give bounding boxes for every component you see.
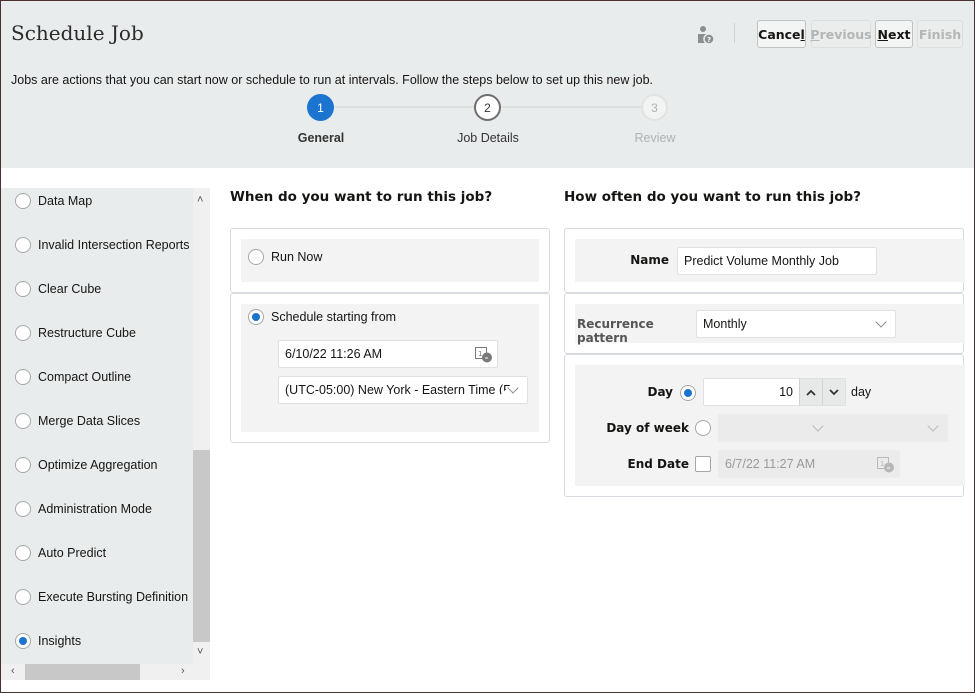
end-date-input[interactable]: 6/7/22 11:27 AM 1: [718, 450, 900, 478]
job-type-item[interactable]: Data Map: [1, 188, 193, 216]
svg-text:1: 1: [880, 460, 884, 468]
train-step-review[interactable]: 3: [641, 94, 668, 121]
schedule-card: Schedule starting from 6/10/22 11:26 AM …: [230, 293, 550, 443]
job-type-radio[interactable]: [15, 501, 31, 517]
job-type-label: Administration Mode: [38, 502, 152, 516]
when-heading: When do you want to run this job?: [230, 189, 493, 205]
job-type-item[interactable]: Optimize Aggregation: [1, 450, 193, 480]
job-type-label: Insights: [38, 634, 82, 648]
day-of-week-label: Day of week: [606, 421, 689, 435]
job-type-item[interactable]: Merge Data Slices: [1, 406, 193, 436]
day-label: Day: [647, 385, 673, 399]
job-type-radio[interactable]: [15, 193, 31, 209]
job-type-item[interactable]: Administration Mode: [1, 494, 193, 524]
recurrence-label: Recurrence pattern: [577, 317, 654, 345]
train-step-general[interactable]: 1: [307, 94, 334, 121]
job-type-radio[interactable]: [15, 237, 31, 253]
day-of-week-radio[interactable]: [695, 420, 711, 436]
svg-text:?: ?: [707, 36, 711, 44]
dialog-header: Schedule Job ? Cance l Previous Next Fini…: [1, 1, 974, 168]
job-type-label: Clear Cube: [38, 282, 102, 296]
job-type-item[interactable]: Execute Bursting Definition: [1, 582, 193, 612]
job-type-label: Data Map: [38, 194, 93, 208]
job-type-label: Compact Outline: [38, 370, 132, 384]
chevron-down-icon: [829, 388, 839, 395]
job-type-item[interactable]: Insights: [1, 626, 193, 656]
job-type-radio[interactable]: [15, 545, 31, 561]
previous-button[interactable]: Previous: [810, 20, 872, 48]
intro-text: Jobs are actions that you can start now …: [11, 73, 654, 87]
start-datetime-input[interactable]: 6/10/22 11:26 AM 1: [278, 340, 498, 368]
cancel-button[interactable]: Cance l: [757, 20, 806, 48]
user-help-icon[interactable]: ?: [697, 25, 715, 45]
scroll-down-icon[interactable]: ˅: [197, 646, 203, 658]
scrollbar-corner: [193, 664, 210, 680]
chevron-down-icon[interactable]: [875, 316, 887, 328]
job-type-radio[interactable]: [15, 413, 31, 429]
day-radio[interactable]: [680, 385, 696, 401]
run-now-radio[interactable]: [248, 249, 264, 265]
end-date-checkbox[interactable]: [695, 456, 711, 472]
recurrence-select[interactable]: Monthly: [696, 310, 896, 338]
schedule-radio[interactable]: [248, 309, 264, 325]
train-label-job-details: Job Details: [457, 131, 519, 145]
horizontal-scrollbar[interactable]: ‹ ›: [1, 664, 193, 680]
job-type-radio[interactable]: [15, 633, 31, 649]
train-step-job-details[interactable]: 2: [474, 94, 501, 121]
horizontal-scroll-thumb[interactable]: [25, 664, 140, 680]
schedule-detail-card: Day 10 day Day of week End Date 6/7/22 1…: [564, 354, 965, 497]
job-type-item[interactable]: Restructure Cube: [1, 318, 193, 348]
chevron-down-icon[interactable]: [812, 420, 824, 432]
job-type-label: Auto Predict: [38, 546, 107, 560]
name-label: Name: [630, 253, 669, 267]
job-type-item[interactable]: Auto Predict: [1, 538, 193, 568]
train-label-general: General: [297, 131, 345, 145]
decrement-button[interactable]: [822, 379, 845, 405]
train-label-review: Review: [634, 131, 676, 145]
job-type-radio[interactable]: [15, 325, 31, 341]
end-date-label: End Date: [627, 457, 689, 471]
page-title: Schedule Job: [11, 21, 144, 45]
increment-button[interactable]: [799, 379, 822, 405]
scroll-up-icon[interactable]: ˄: [197, 194, 203, 206]
run-now-option[interactable]: Run Now: [248, 249, 322, 265]
often-heading: How often do you want to run this job?: [564, 189, 862, 205]
toolbar-separator: [734, 23, 735, 43]
job-type-radio[interactable]: [15, 369, 31, 385]
svg-text:1: 1: [478, 350, 482, 358]
name-card: Name Predict Volume Monthly Job: [564, 228, 965, 293]
train-connector: [334, 106, 474, 108]
finish-button[interactable]: Finish: [917, 20, 963, 48]
job-type-item[interactable]: Invalid Intersection Reports: [1, 230, 193, 260]
job-type-radio[interactable]: [15, 281, 31, 297]
calendar-clock-icon[interactable]: 1: [877, 457, 895, 473]
job-name-input[interactable]: Predict Volume Monthly Job: [677, 247, 877, 275]
chevron-up-icon: [806, 389, 816, 396]
train-connector: [501, 106, 641, 108]
recurrence-card: Recurrence pattern Monthly: [564, 293, 965, 354]
timezone-select[interactable]: (UTC-05:00) New York - Eastern Time (E: [278, 376, 528, 404]
job-type-radio[interactable]: [15, 457, 31, 473]
run-now-card: Run Now: [230, 228, 550, 293]
job-type-label: Execute Bursting Definition: [38, 590, 189, 604]
day-stepper[interactable]: 10: [703, 378, 846, 406]
job-type-item[interactable]: Clear Cube: [1, 274, 193, 304]
job-type-radio[interactable]: [15, 589, 31, 605]
vertical-scroll-thumb[interactable]: [193, 450, 210, 642]
job-type-list: Data Map Invalid Intersection Reports Clea…: [1, 188, 210, 680]
job-type-label: Optimize Aggregation: [38, 458, 158, 472]
schedule-option[interactable]: Schedule starting from: [248, 309, 396, 325]
day-unit-label: day: [851, 385, 872, 399]
job-type-label: Merge Data Slices: [38, 414, 141, 428]
job-type-item[interactable]: Compact Outline: [1, 362, 193, 392]
vertical-scrollbar[interactable]: ˄ ˅: [193, 188, 210, 664]
day-of-week-select[interactable]: [718, 414, 948, 442]
next-button[interactable]: Next: [875, 20, 913, 48]
scroll-right-icon[interactable]: ›: [181, 665, 185, 677]
calendar-clock-icon[interactable]: 1: [475, 347, 493, 363]
job-type-label: Restructure Cube: [38, 326, 136, 340]
scroll-left-icon[interactable]: ‹: [11, 665, 15, 677]
chevron-down-icon[interactable]: [927, 420, 939, 432]
job-type-label: Invalid Intersection Reports: [38, 238, 190, 252]
